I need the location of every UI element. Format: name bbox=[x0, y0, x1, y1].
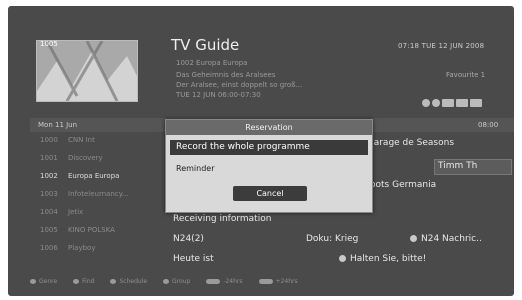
key-label: Find bbox=[82, 278, 95, 285]
channel-row[interactable]: 1005 KINO POLSKA bbox=[30, 226, 166, 244]
teletext-icon bbox=[456, 99, 468, 107]
reminder-icon bbox=[339, 255, 346, 262]
programme-title: N24 Nachric.. bbox=[421, 234, 482, 244]
programme-cell[interactable]: N24 Nachric.. bbox=[410, 234, 482, 244]
channel-row[interactable]: 1004 Jetix bbox=[30, 208, 166, 226]
programme-cell[interactable]: Doku: Krieg bbox=[306, 234, 358, 244]
channel-name: Playboy bbox=[68, 244, 96, 252]
info-time: TUE 12 JUN 06:00-07:30 bbox=[176, 91, 261, 99]
key-label: Genre bbox=[39, 278, 58, 285]
schedule-key[interactable]: Schedule bbox=[110, 278, 147, 285]
programme-cell[interactable]: oots Germania bbox=[370, 180, 436, 190]
yellow-button-icon bbox=[110, 279, 117, 284]
lock-icon bbox=[432, 99, 440, 107]
programme-cell-label: Timm Th bbox=[438, 161, 478, 171]
subtitle-icon bbox=[442, 99, 454, 107]
info-description: Der Aralsee, einst doppelt so groß... bbox=[176, 81, 303, 89]
programme-cell[interactable]: N24(2) bbox=[173, 234, 204, 244]
channel-number: 1004 bbox=[40, 208, 58, 216]
key-label: Group bbox=[172, 278, 191, 285]
forward-button-icon bbox=[258, 279, 273, 284]
channel-number: 1000 bbox=[40, 136, 58, 144]
channel-name: Europa Europa bbox=[68, 172, 120, 180]
channel-name: Jetix bbox=[68, 208, 84, 216]
channel-name: Discovery bbox=[68, 154, 103, 162]
channel-number: 1002 bbox=[40, 172, 58, 180]
channel-row[interactable]: 1001 Discovery bbox=[30, 154, 166, 172]
clock: 07:18 TUE 12 JUN 2008 bbox=[398, 42, 485, 50]
record-icon bbox=[422, 99, 430, 107]
red-button-icon bbox=[30, 279, 36, 284]
plus-24hrs-key[interactable]: +24hrs bbox=[258, 278, 298, 285]
favourite-group: Favourite 1 bbox=[446, 71, 486, 79]
channel-name: Infoteleurnancy... bbox=[68, 190, 129, 198]
programme-title: Halten Sie, bitte! bbox=[350, 254, 427, 264]
green-button-icon bbox=[73, 279, 80, 284]
channel-row-selected[interactable]: 1002 Europa Europa bbox=[30, 172, 166, 190]
channel-number: 1001 bbox=[40, 154, 58, 162]
channel-row[interactable]: 1003 Infoteleurnancy... bbox=[30, 190, 166, 208]
cancel-button[interactable]: Cancel bbox=[233, 186, 307, 201]
page-title: TV Guide bbox=[171, 36, 240, 54]
key-label: +24hrs bbox=[275, 278, 298, 285]
group-key[interactable]: Group bbox=[163, 278, 190, 285]
programme-cell[interactable]: Heute ist bbox=[173, 254, 214, 264]
reminder-option[interactable]: Reminder bbox=[176, 164, 215, 173]
tv-guide-screen: 1005 TV Guide 07:18 TUE 12 JUN 2008 1002… bbox=[8, 6, 514, 296]
dolby-icon bbox=[470, 99, 482, 107]
channel-number: 1003 bbox=[40, 190, 58, 198]
channel-name: CNN Int bbox=[68, 136, 95, 144]
channel-row[interactable]: 1000 CNN Int bbox=[30, 136, 166, 154]
channel-list: 1000 CNN Int 1001 Discovery 1002 Europa Eur… bbox=[30, 136, 166, 262]
blue-button-icon bbox=[163, 279, 170, 284]
date-label: Mon 11 Jun bbox=[38, 121, 78, 129]
reservation-dialog: Reservation Record the whole programme R… bbox=[165, 119, 373, 213]
record-whole-programme-option[interactable]: Record the whole programme bbox=[170, 140, 368, 155]
key-label: -24hrs bbox=[223, 278, 243, 285]
info-channel: 1002 Europa Europa bbox=[176, 59, 248, 67]
channel-number: 1006 bbox=[40, 244, 58, 252]
channel-number: 1005 bbox=[40, 226, 58, 234]
programme-cell[interactable]: Halten Sie, bitte! bbox=[339, 254, 426, 264]
dialog-title: Reservation bbox=[166, 120, 372, 135]
minus-24hrs-key[interactable]: -24hrs bbox=[206, 278, 243, 285]
info-programme-title: Das Geheimnis des Aralsees bbox=[176, 71, 276, 79]
find-key[interactable]: Find bbox=[73, 278, 94, 285]
preview-channel-number: 1005 bbox=[40, 40, 58, 48]
channel-name: KINO POLSKA bbox=[68, 226, 115, 234]
status-icons bbox=[422, 99, 482, 107]
programme-cell[interactable]: garage de Seasons bbox=[368, 138, 454, 148]
receiving-info: Receiving information bbox=[173, 214, 272, 224]
channel-preview-thumbnail bbox=[36, 40, 138, 102]
time-label: 08:00 bbox=[478, 121, 499, 129]
channel-row[interactable]: 1006 Playboy bbox=[30, 244, 166, 262]
rewind-button-icon bbox=[206, 279, 221, 284]
key-label: Schedule bbox=[119, 278, 148, 285]
genre-key[interactable]: Genre bbox=[30, 278, 57, 285]
reminder-icon bbox=[410, 235, 417, 242]
bottom-key-bar: Genre Find Schedule Group -24hrs +24hrs bbox=[30, 278, 510, 285]
